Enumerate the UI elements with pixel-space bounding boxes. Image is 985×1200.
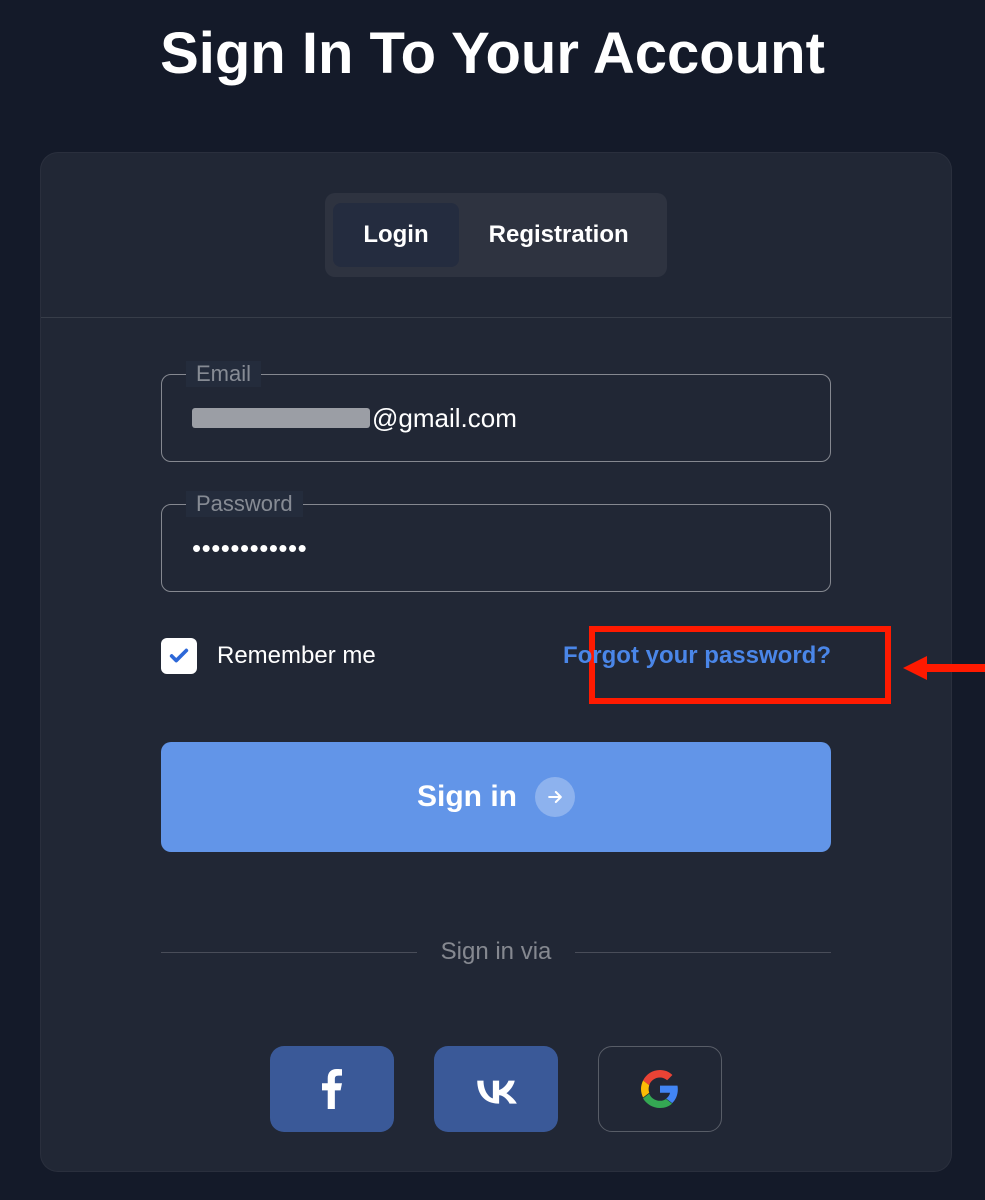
password-field-wrapper[interactable]: Password — [161, 504, 831, 592]
forgot-password-link[interactable]: Forgot your password? — [563, 642, 831, 670]
social-row — [161, 1046, 831, 1132]
signin-via-row: Sign in via — [161, 938, 831, 966]
google-icon — [641, 1070, 679, 1108]
facebook-button[interactable] — [270, 1046, 394, 1132]
password-label: Password — [186, 491, 303, 517]
tabs: Login Registration — [325, 193, 666, 277]
email-value: @gmail.com — [192, 403, 517, 434]
remember-left: Remember me — [161, 638, 376, 674]
divider-line — [161, 952, 417, 953]
email-suffix: @gmail.com — [372, 403, 517, 434]
page-title: Sign In To Your Account — [0, 0, 985, 87]
arrow-right-icon — [535, 777, 575, 817]
remember-checkbox[interactable] — [161, 638, 197, 674]
google-button[interactable] — [598, 1046, 722, 1132]
redacted-email-prefix — [192, 408, 370, 428]
signin-button[interactable]: Sign in — [161, 742, 831, 852]
tab-registration[interactable]: Registration — [459, 203, 659, 267]
remember-label: Remember me — [217, 642, 376, 670]
auth-card: Login Registration Email @gmail.com Pass… — [40, 152, 952, 1172]
signin-via-label: Sign in via — [441, 938, 552, 966]
email-label: Email — [186, 361, 261, 387]
tab-login[interactable]: Login — [333, 203, 458, 267]
vk-button[interactable] — [434, 1046, 558, 1132]
email-field-wrapper[interactable]: Email @gmail.com — [161, 374, 831, 462]
signin-button-label: Sign in — [417, 780, 517, 814]
remember-row: Remember me Forgot your password? — [161, 634, 831, 678]
form-area: Email @gmail.com Password Remember me Fo… — [41, 318, 951, 1132]
divider-line — [575, 952, 831, 953]
tabs-container: Login Registration — [41, 153, 951, 318]
vk-icon — [471, 1074, 521, 1104]
password-input[interactable] — [192, 533, 800, 564]
check-icon — [168, 645, 190, 667]
facebook-icon — [321, 1069, 343, 1109]
